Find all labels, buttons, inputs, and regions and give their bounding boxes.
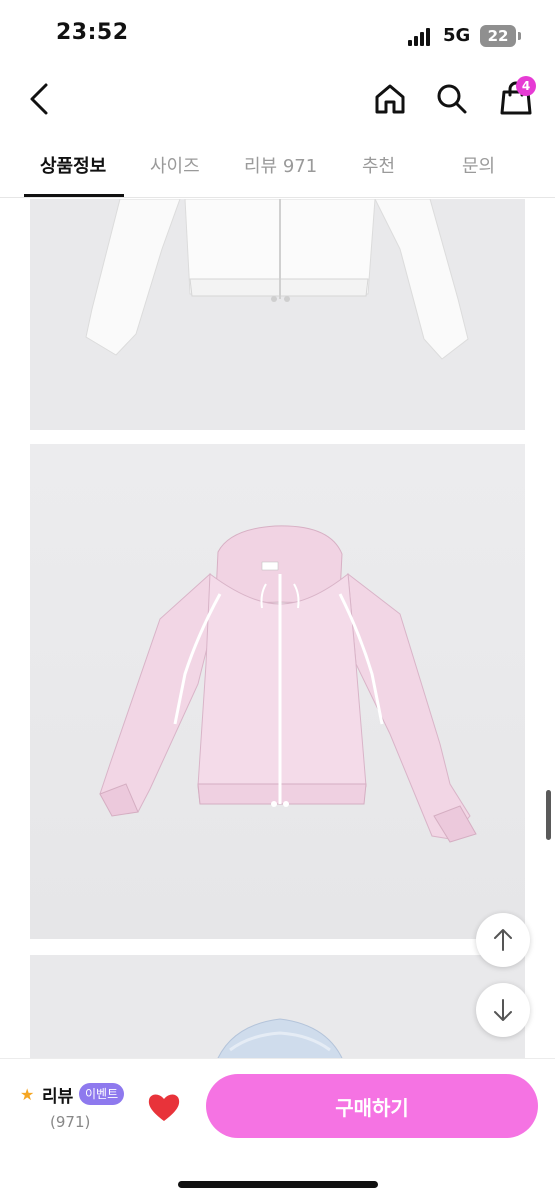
scroll-to-bottom-button[interactable] <box>476 983 530 1037</box>
active-tab-indicator <box>24 194 124 197</box>
arrow-up-icon <box>494 929 512 951</box>
home-indicator <box>178 1181 378 1188</box>
search-icon <box>437 84 467 114</box>
review-count: (971) <box>50 1113 91 1131</box>
battery-nub <box>518 32 521 40</box>
signal-strength-icon <box>408 28 434 46</box>
home-icon <box>375 84 405 114</box>
app-header <box>0 64 555 134</box>
scrollbar-thumb[interactable] <box>546 790 551 840</box>
cart-count-badge: 4 <box>516 76 536 96</box>
tab-bar: 상품정보 사이즈 리뷰 971 추천 문의 <box>0 134 555 198</box>
product-image-blue <box>30 955 525 1065</box>
chevron-left-icon <box>30 83 48 115</box>
tab-recommend[interactable]: 추천 <box>362 152 395 178</box>
purchase-bar: ★ 리뷰 이벤트 (971) 구매하기 <box>0 1058 555 1200</box>
product-image-white <box>30 199 525 430</box>
scroll-to-top-button[interactable] <box>476 913 530 967</box>
buy-button[interactable]: 구매하기 <box>206 1074 538 1138</box>
review-summary[interactable]: ★ 리뷰 이벤트 (971) <box>20 1081 130 1141</box>
search-button[interactable] <box>433 78 471 120</box>
product-image-pink <box>30 444 525 939</box>
battery-icon: 22 <box>480 25 516 47</box>
arrow-down-icon <box>494 999 512 1021</box>
event-badge: 이벤트 <box>79 1083 125 1105</box>
status-time: 23:52 <box>56 20 129 45</box>
heart-icon <box>148 1094 180 1121</box>
network-label: 5G <box>443 25 471 46</box>
tab-inquiry[interactable]: 문의 <box>462 152 495 178</box>
tab-product-info[interactable]: 상품정보 <box>40 152 106 178</box>
home-button[interactable] <box>370 78 410 120</box>
back-button[interactable] <box>22 78 56 120</box>
star-icon: ★ <box>20 1085 35 1104</box>
tab-size[interactable]: 사이즈 <box>150 152 200 178</box>
like-button[interactable] <box>146 1089 182 1125</box>
tab-review[interactable]: 리뷰 971 <box>244 152 317 178</box>
status-bar: 23:52 5G 22 <box>0 0 555 64</box>
review-label: 리뷰 <box>42 1087 74 1107</box>
